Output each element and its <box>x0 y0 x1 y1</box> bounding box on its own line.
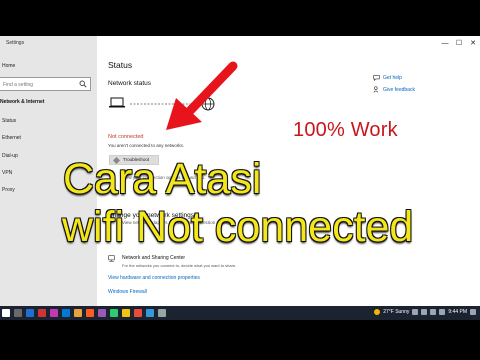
app-icon[interactable] <box>74 309 82 317</box>
app-title: Settings <box>6 40 25 46</box>
sharing-center-desc: For the networks you connect to, decide … <box>122 263 237 268</box>
sidebar-item-vpn[interactable]: VPN <box>2 170 12 176</box>
page-title: Status <box>108 60 133 70</box>
search-taskbar-icon[interactable] <box>14 309 22 317</box>
red-arrow-annotation <box>166 61 238 130</box>
app-icon[interactable] <box>122 309 130 317</box>
section-title: Network status <box>108 80 151 87</box>
app-icon[interactable] <box>110 309 118 317</box>
app-icon[interactable] <box>98 309 106 317</box>
sidebar-home[interactable]: Home <box>2 63 15 69</box>
app-icon[interactable] <box>62 309 70 317</box>
notifications-icon[interactable] <box>470 309 476 315</box>
sidebar-heading: Network & Internet <box>0 99 45 105</box>
app-icon[interactable] <box>86 309 94 317</box>
tray-icon[interactable] <box>439 309 446 315</box>
app-icon[interactable] <box>146 309 154 317</box>
badge-100-work: 100% Work <box>293 119 398 141</box>
weather-text[interactable]: 27°F Sunny <box>383 309 409 315</box>
app-icon[interactable] <box>38 309 46 317</box>
tray-icon[interactable] <box>430 309 437 315</box>
clock[interactable]: 9:44 PM <box>448 309 467 315</box>
system-tray: 27°F Sunny 9:44 PM <box>374 309 476 315</box>
sidebar-item-dialup[interactable]: Dial-up <box>2 153 18 159</box>
weather-icon[interactable] <box>374 309 381 315</box>
search-icon[interactable] <box>79 80 87 88</box>
sharing-center-icon <box>108 255 115 262</box>
app-icon[interactable] <box>26 309 34 317</box>
app-icon[interactable] <box>134 309 142 317</box>
sidebar-item-proxy[interactable]: Proxy <box>2 187 15 193</box>
title-bar: Settings <box>0 36 97 50</box>
not-connected-desc: You aren't connected to any networks. <box>108 143 184 148</box>
sharing-center-link[interactable]: Network and Sharing Center <box>122 255 185 261</box>
give-feedback-link[interactable]: Give feedback <box>383 87 415 93</box>
search-input[interactable]: Find a setting <box>0 77 91 91</box>
headline-line1: Cara Atasi <box>63 155 262 203</box>
app-icon[interactable] <box>158 309 166 317</box>
search-placeholder: Find a setting <box>3 82 34 88</box>
help-icon <box>373 75 380 81</box>
app-icon[interactable] <box>50 309 58 317</box>
tray-icon[interactable] <box>412 309 419 315</box>
feedback-icon <box>373 86 379 93</box>
get-help-link[interactable]: Get help <box>383 75 402 81</box>
laptop-icon <box>109 97 125 108</box>
taskbar-apps <box>2 309 166 317</box>
taskbar: 27°F Sunny 9:44 PM <box>0 306 480 320</box>
sidebar-item-status[interactable]: Status <box>2 118 16 124</box>
not-connected-title: Not connected <box>108 134 144 140</box>
tray-icon[interactable] <box>421 309 428 315</box>
start-icon[interactable] <box>2 309 10 317</box>
windows-firewall-link[interactable]: Windows Firewall <box>108 289 147 295</box>
hardware-properties-link[interactable]: View hardware and connection properties <box>108 275 200 281</box>
sidebar-item-ethernet[interactable]: Ethernet <box>2 135 21 141</box>
headline-line2: wifi Not connected <box>62 203 414 251</box>
